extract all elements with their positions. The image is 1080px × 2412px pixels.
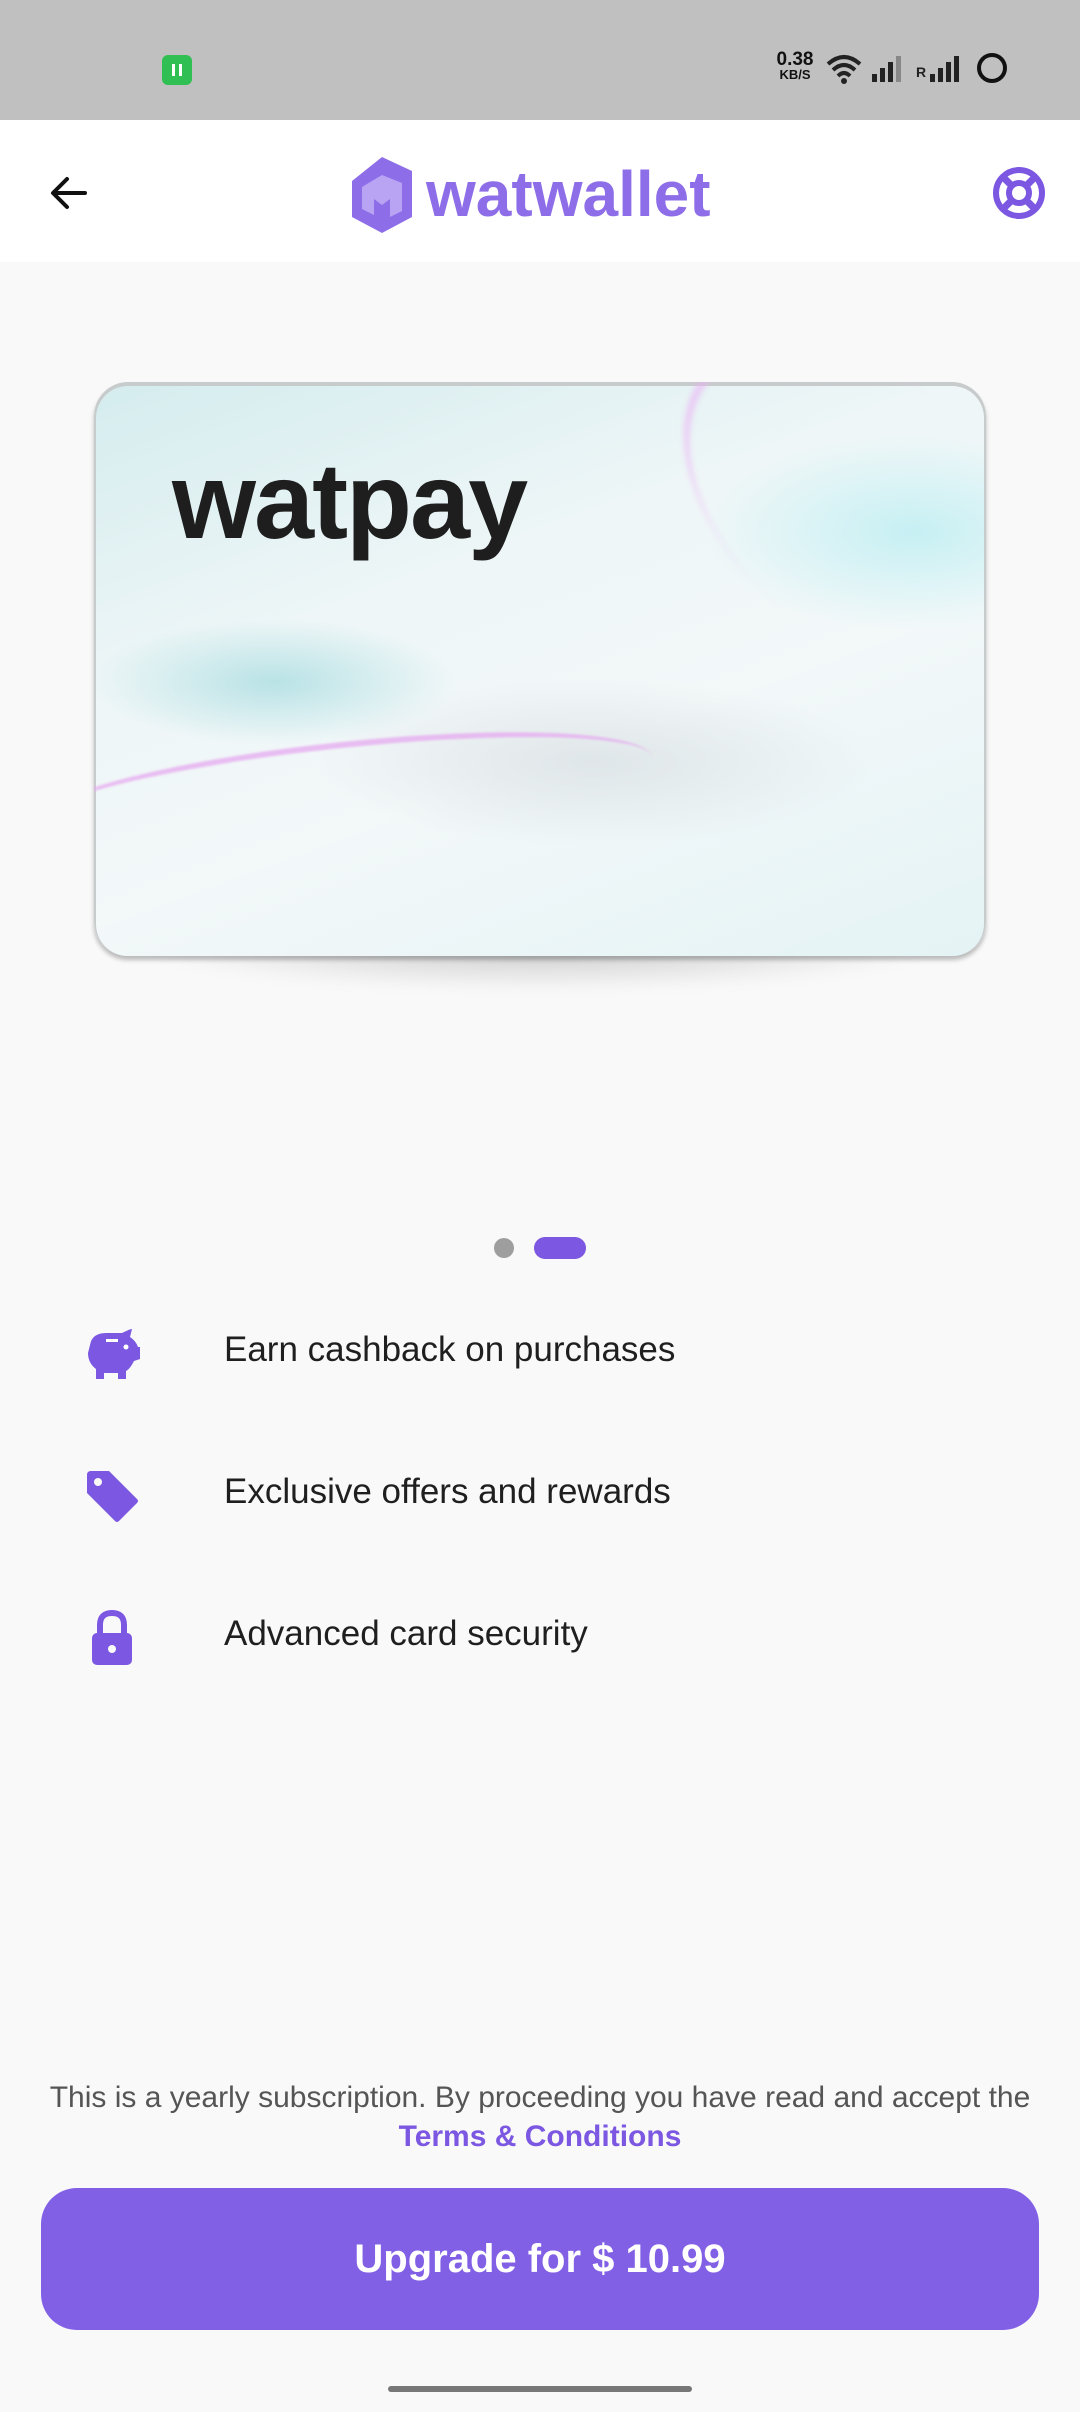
signal-icon-sim1 — [872, 56, 901, 82]
card-decoration — [620, 382, 986, 750]
arrow-left-icon — [51, 177, 87, 209]
lock-icon — [78, 1608, 146, 1668]
battery-ring-icon — [977, 53, 1007, 83]
watpay-card-image: watpay — [94, 382, 986, 956]
app-bar: watwallet — [0, 120, 1080, 262]
card-decoration — [94, 709, 658, 871]
feature-label: Exclusive offers and rewards — [224, 1472, 671, 1511]
card-carousel[interactable]: watpay — [94, 382, 986, 992]
piggy-bank-icon — [78, 1324, 146, 1384]
tag-icon — [78, 1466, 146, 1526]
carousel-dot[interactable] — [494, 1238, 514, 1258]
network-speed-value: 0.38 — [776, 49, 814, 70]
feature-item: Advanced card security — [0, 1584, 1080, 1684]
back-button[interactable] — [34, 158, 104, 228]
card-brand: watpay — [172, 440, 528, 561]
roaming-indicator: R — [916, 64, 927, 80]
upgrade-button[interactable]: Upgrade for $ 10.99 — [41, 2188, 1039, 2330]
help-button[interactable] — [984, 158, 1054, 228]
feature-item: Exclusive offers and rewards — [0, 1442, 1080, 1542]
feature-item: Earn cashback on purchases — [0, 1300, 1080, 1400]
terms-link[interactable]: Terms & Conditions — [399, 2120, 682, 2153]
app-notification-icon — [162, 55, 192, 85]
terms-notice: This is a yearly subscription. By procee… — [30, 2078, 1050, 2156]
network-speed: 0.38 KB/S — [772, 49, 818, 82]
watwallet-logo: watwallet — [348, 148, 711, 240]
home-indicator[interactable] — [388, 2386, 692, 2392]
watwallet-logo-mark-icon — [352, 157, 412, 233]
signal-icon-sim2 — [930, 56, 959, 82]
status-bar: 0.38 KB/S R — [0, 0, 1080, 120]
carousel-dot-active[interactable] — [534, 1237, 586, 1259]
brand-name: watwallet — [426, 158, 711, 230]
terms-text: This is a yearly subscription. By procee… — [49, 2081, 1031, 2114]
upgrade-button-label: Upgrade for $ 10.99 — [354, 2236, 726, 2281]
wifi-icon — [826, 55, 862, 84]
lifebuoy-icon — [993, 167, 1045, 219]
feature-label: Advanced card security — [224, 1614, 588, 1653]
feature-label: Earn cashback on purchases — [224, 1330, 676, 1369]
